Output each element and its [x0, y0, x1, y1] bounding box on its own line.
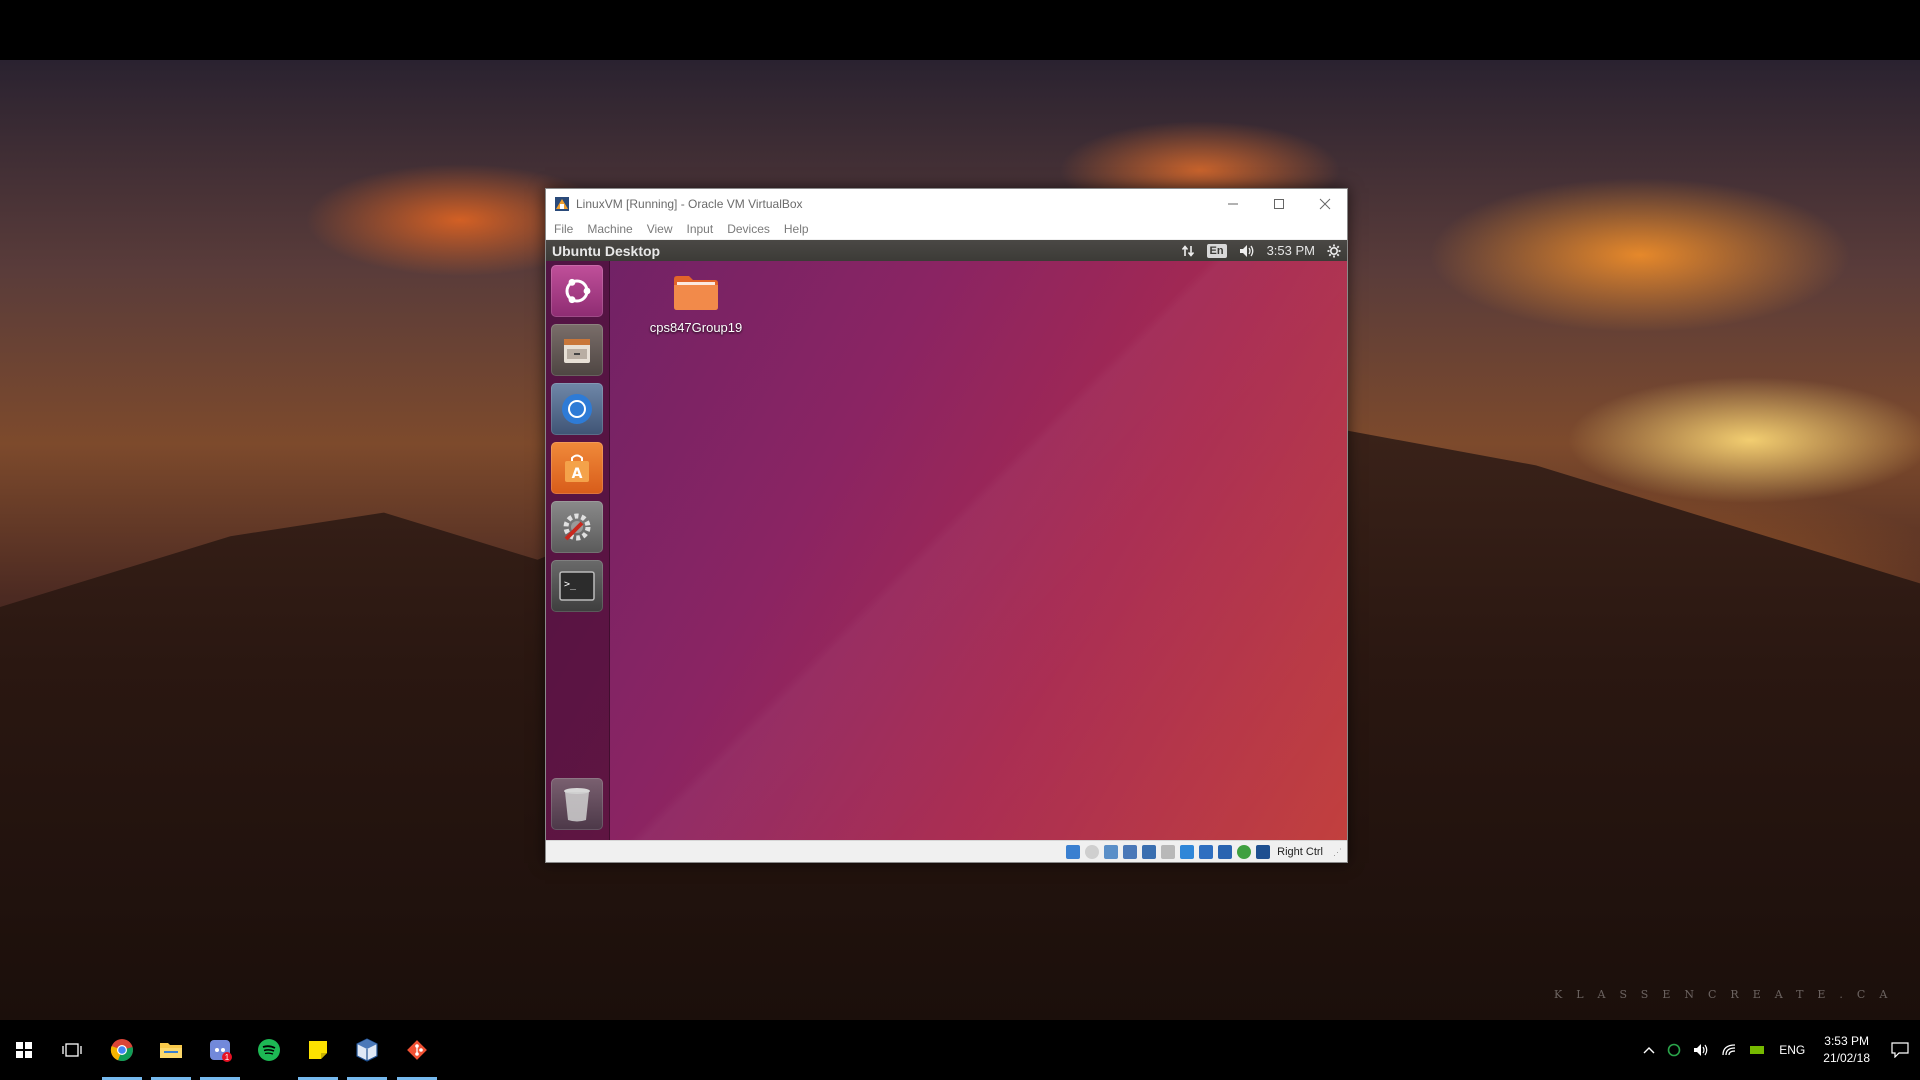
optical-drive-icon[interactable] — [1085, 844, 1100, 859]
virtualbox-window[interactable]: LinuxVM [Running] - Oracle VM VirtualBox… — [545, 188, 1348, 863]
file-cabinet-icon — [564, 339, 590, 363]
svg-text:>_: >_ — [564, 579, 577, 590]
shopping-bag-icon: A — [565, 454, 589, 482]
windows-logo-icon — [16, 1042, 32, 1058]
hard-disk-icon[interactable] — [1066, 844, 1081, 859]
minimize-icon — [1227, 203, 1238, 205]
vbox-titlebar[interactable]: LinuxVM [Running] - Oracle VM VirtualBox — [546, 189, 1347, 219]
panel-clock[interactable]: 3:53 PM — [1267, 243, 1315, 258]
menu-machine[interactable]: Machine — [587, 222, 632, 236]
launcher-files[interactable] — [551, 324, 603, 376]
input-language-indicator[interactable]: ENG — [1779, 1043, 1805, 1057]
folder-icon — [674, 276, 718, 310]
launcher-trash[interactable] — [551, 778, 603, 830]
menu-view[interactable]: View — [647, 222, 673, 236]
trash-icon — [564, 788, 590, 822]
menu-input[interactable]: Input — [687, 222, 714, 236]
menu-help[interactable]: Help — [784, 222, 809, 236]
panel-indicators: En 3:53 PM — [1181, 240, 1341, 261]
launcher-system-settings[interactable] — [551, 501, 603, 553]
discord-badge: 1 — [225, 1053, 230, 1062]
chevron-up-icon[interactable] — [1643, 1046, 1655, 1054]
host-key-label: Right Ctrl — [1277, 845, 1323, 858]
terminal-icon: >_ — [559, 571, 595, 601]
close-icon — [1319, 198, 1330, 210]
ubuntu-desktop[interactable]: A >_ cps847Group19 — [546, 261, 1347, 840]
taskbar-date: 21/02/18 — [1823, 1051, 1870, 1065]
taskbar-spotify[interactable] — [245, 1020, 293, 1080]
desktop-folder-item[interactable]: cps847Group19 — [641, 273, 751, 335]
notification-icon — [1891, 1042, 1909, 1058]
keyboard-icon[interactable] — [1237, 844, 1252, 859]
panel-title: Ubuntu Desktop — [552, 242, 661, 259]
vbox-statusbar: Right Ctrl ⋰ — [546, 840, 1347, 862]
task-view-icon — [62, 1043, 82, 1057]
launcher-dash-home[interactable] — [551, 265, 603, 317]
taskbar-sticky-notes[interactable] — [294, 1020, 342, 1080]
network-updown-icon[interactable] — [1181, 244, 1195, 258]
volume-icon[interactable] — [1239, 244, 1255, 258]
taskbar-discord[interactable]: 1 — [196, 1020, 244, 1080]
video-capture-icon[interactable] — [1199, 844, 1214, 859]
wifi-icon[interactable] — [1721, 1043, 1737, 1057]
launcher-chromium[interactable] — [551, 383, 603, 435]
wallpaper-watermark: KLASSENCREATE.CA — [1554, 988, 1902, 1001]
close-button[interactable] — [1302, 189, 1347, 219]
ubuntu-launcher: A >_ — [546, 261, 610, 840]
action-center-button[interactable] — [1880, 1020, 1920, 1080]
virtualbox-app-icon — [555, 197, 569, 211]
volume-icon[interactable] — [1693, 1043, 1709, 1057]
launcher-terminal[interactable]: >_ — [551, 560, 603, 612]
network-icon[interactable] — [1123, 844, 1138, 859]
sticky-notes-icon — [309, 1041, 327, 1059]
keyboard-layout-indicator[interactable]: En — [1206, 243, 1227, 258]
chrome-icon — [110, 1039, 133, 1062]
guest-screen[interactable]: Ubuntu Desktop En 3:53 PM A >_ cps847Gro… — [546, 240, 1347, 840]
task-view-button[interactable] — [48, 1020, 96, 1080]
ubuntu-logo-icon — [565, 278, 591, 304]
settings-wrench-icon — [563, 513, 591, 541]
usb-icon[interactable] — [1142, 844, 1157, 859]
start-button[interactable] — [0, 1020, 48, 1080]
virtualbox-icon — [356, 1038, 378, 1062]
ubuntu-top-panel: Ubuntu Desktop En 3:53 PM — [546, 240, 1347, 261]
maximize-button[interactable] — [1256, 189, 1301, 219]
taskbar-file-explorer[interactable] — [147, 1020, 195, 1080]
desktop-folder-label: cps847Group19 — [649, 320, 743, 335]
minimize-button[interactable] — [1210, 189, 1255, 219]
windows-taskbar: 1 ENG 3:53 PM 21/02/18 — [0, 1020, 1920, 1080]
menu-devices[interactable]: Devices — [727, 222, 770, 236]
display-icon[interactable] — [1180, 844, 1195, 859]
shared-folders-icon[interactable] — [1161, 844, 1176, 859]
spotify-icon — [258, 1039, 280, 1061]
taskbar-time: 3:53 PM — [1824, 1034, 1869, 1048]
resize-grip-icon[interactable]: ⋰ — [1333, 847, 1343, 857]
maximize-icon — [1273, 199, 1284, 209]
mouse-integration-icon[interactable] — [1218, 844, 1233, 859]
taskbar-chrome[interactable] — [98, 1020, 146, 1080]
vbox-window-title: LinuxVM [Running] - Oracle VM VirtualBox — [576, 197, 803, 211]
launcher-ubuntu-software[interactable]: A — [551, 442, 603, 494]
svg-text:A: A — [572, 466, 583, 482]
vbox-menubar: File Machine View Input Devices Help — [546, 219, 1347, 239]
git-icon — [407, 1040, 427, 1060]
folder-icon — [160, 1043, 182, 1058]
cpu-icon[interactable] — [1256, 844, 1271, 859]
taskbar-virtualbox[interactable] — [343, 1020, 391, 1080]
audio-icon[interactable] — [1104, 844, 1119, 859]
security-shield-icon[interactable] — [1667, 1043, 1681, 1057]
menu-file[interactable]: File — [554, 222, 573, 236]
chromium-icon — [562, 394, 592, 424]
taskbar-git[interactable] — [393, 1020, 441, 1080]
nvidia-icon[interactable] — [1749, 1044, 1765, 1056]
taskbar-clock[interactable]: 3:53 PM 21/02/18 — [1823, 1033, 1870, 1067]
discord-icon: 1 — [210, 1040, 232, 1062]
system-tray: ENG 3:53 PM 21/02/18 — [1637, 1020, 1920, 1080]
gear-icon[interactable] — [1327, 244, 1341, 258]
